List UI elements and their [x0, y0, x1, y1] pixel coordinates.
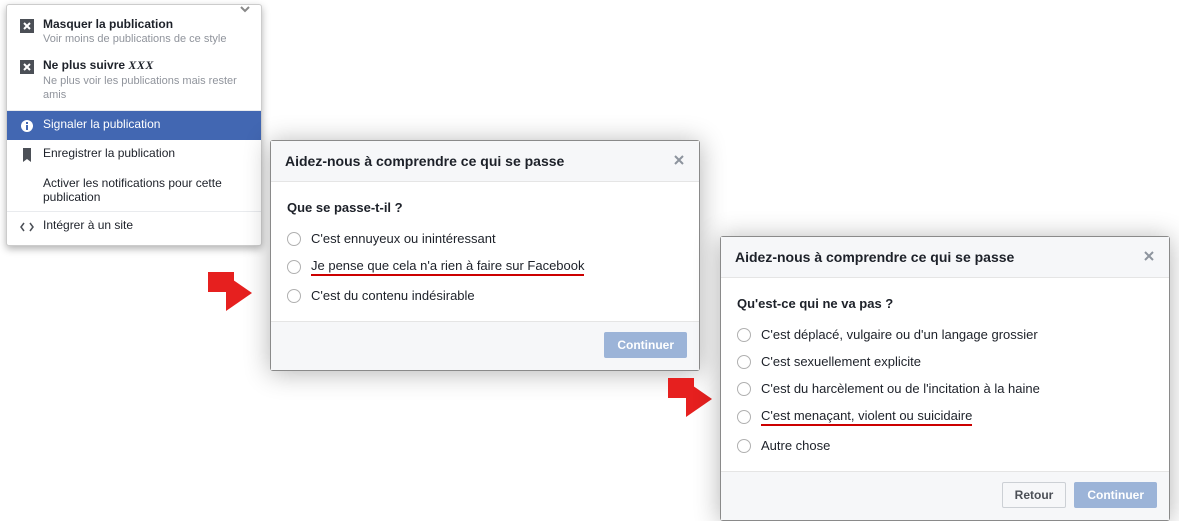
- option-label: C'est du contenu indésirable: [311, 288, 475, 303]
- dialog-title: Aidez-nous à comprendre ce qui se passe: [285, 153, 564, 169]
- menu-item-label: Intégrer à un site: [43, 218, 133, 232]
- continue-button[interactable]: Continuer: [604, 332, 687, 358]
- unfollow-name: XXX: [128, 58, 154, 72]
- menu-item-title: Ne plus suivre XXX: [43, 58, 249, 73]
- radio-icon: [287, 260, 301, 274]
- dialog-footer: Continuer: [271, 321, 699, 370]
- menu-item-subtitle: Ne plus voir les publications mais reste…: [43, 74, 249, 102]
- menu-enable-notifications[interactable]: Activer les notifications pour cette pub…: [7, 169, 261, 211]
- option-label: C'est sexuellement explicite: [761, 354, 921, 369]
- radio-icon: [737, 382, 751, 396]
- dialog-footer: Retour Continuer: [721, 471, 1169, 520]
- x-box-icon: [19, 18, 35, 34]
- radio-icon: [287, 232, 301, 246]
- radio-icon: [287, 289, 301, 303]
- menu-item-subtitle: Voir moins de publications de ce style: [43, 32, 249, 46]
- option-label: C'est menaçant, violent ou suicidaire: [761, 408, 972, 426]
- option-label: C'est déplacé, vulgaire ou d'un langage …: [761, 327, 1038, 342]
- menu-unfollow[interactable]: Ne plus suivre XXX Ne plus voir les publ…: [7, 52, 261, 108]
- menu-item-title: Masquer la publication: [43, 17, 249, 31]
- dialog-header: Aidez-nous à comprendre ce qui se passe: [721, 237, 1169, 278]
- radio-icon: [737, 410, 751, 424]
- radio-icon: [737, 439, 751, 453]
- report-dialog-step2: Aidez-nous à comprendre ce qui se passe …: [720, 236, 1170, 521]
- embed-icon: [19, 219, 35, 235]
- report-option[interactable]: Je pense que cela n'a rien à faire sur F…: [287, 254, 683, 284]
- report-dialog-step1: Aidez-nous à comprendre ce qui se passe …: [270, 140, 700, 371]
- close-icon[interactable]: [1143, 250, 1155, 265]
- unfollow-prefix: Ne plus suivre: [43, 58, 128, 72]
- close-icon[interactable]: [673, 154, 685, 169]
- menu-item-body: Masquer la publication Voir moins de pub…: [43, 17, 249, 46]
- report-option[interactable]: C'est du contenu indésirable: [287, 284, 683, 311]
- option-label: Je pense que cela n'a rien à faire sur F…: [311, 258, 584, 276]
- menu-report-post[interactable]: Signaler la publication: [7, 111, 261, 140]
- back-button[interactable]: Retour: [1002, 482, 1067, 508]
- menu-item-label: Enregistrer la publication: [43, 146, 175, 160]
- dialog-title: Aidez-nous à comprendre ce qui se passe: [735, 249, 1014, 265]
- dialog-question: Qu'est-ce qui ne va pas ?: [737, 296, 1153, 311]
- info-icon: [19, 118, 35, 134]
- report-option[interactable]: C'est du harcèlement ou de l'incitation …: [737, 377, 1153, 404]
- report-option[interactable]: C'est déplacé, vulgaire ou d'un langage …: [737, 323, 1153, 350]
- option-label: Autre chose: [761, 438, 830, 453]
- arrow-annotation: [668, 378, 722, 420]
- dialog-question: Que se passe-t-il ?: [287, 200, 683, 215]
- continue-button[interactable]: Continuer: [1074, 482, 1157, 508]
- menu-item-body: Ne plus suivre XXX Ne plus voir les publ…: [43, 58, 249, 102]
- menu-embed[interactable]: Intégrer à un site: [7, 212, 261, 241]
- option-label: C'est ennuyeux ou inintéressant: [311, 231, 496, 246]
- option-label: C'est du harcèlement ou de l'incitation …: [761, 381, 1040, 396]
- radio-icon: [737, 355, 751, 369]
- radio-icon: [737, 328, 751, 342]
- report-option[interactable]: C'est menaçant, violent ou suicidaire: [737, 404, 1153, 434]
- dialog-header: Aidez-nous à comprendre ce qui se passe: [271, 141, 699, 182]
- menu-save-post[interactable]: Enregistrer la publication: [7, 140, 261, 169]
- menu-item-label: Activer les notifications pour cette pub…: [43, 176, 249, 204]
- arrow-annotation: [208, 272, 262, 314]
- report-option[interactable]: Autre chose: [737, 434, 1153, 461]
- post-context-menu: Masquer la publication Voir moins de pub…: [6, 4, 262, 246]
- menu-item-label: Signaler la publication: [43, 117, 160, 131]
- report-option[interactable]: C'est ennuyeux ou inintéressant: [287, 227, 683, 254]
- menu-section: Masquer la publication Voir moins de pub…: [7, 5, 261, 110]
- dialog-body: Qu'est-ce qui ne va pas ? C'est déplacé,…: [721, 278, 1169, 471]
- report-option[interactable]: C'est sexuellement explicite: [737, 350, 1153, 377]
- menu-hide-post[interactable]: Masquer la publication Voir moins de pub…: [7, 11, 261, 52]
- chevron-down-icon: [239, 3, 251, 18]
- bookmark-icon: [19, 147, 35, 163]
- x-box-icon: [19, 59, 35, 75]
- dialog-body: Que se passe-t-il ? C'est ennuyeux ou in…: [271, 182, 699, 321]
